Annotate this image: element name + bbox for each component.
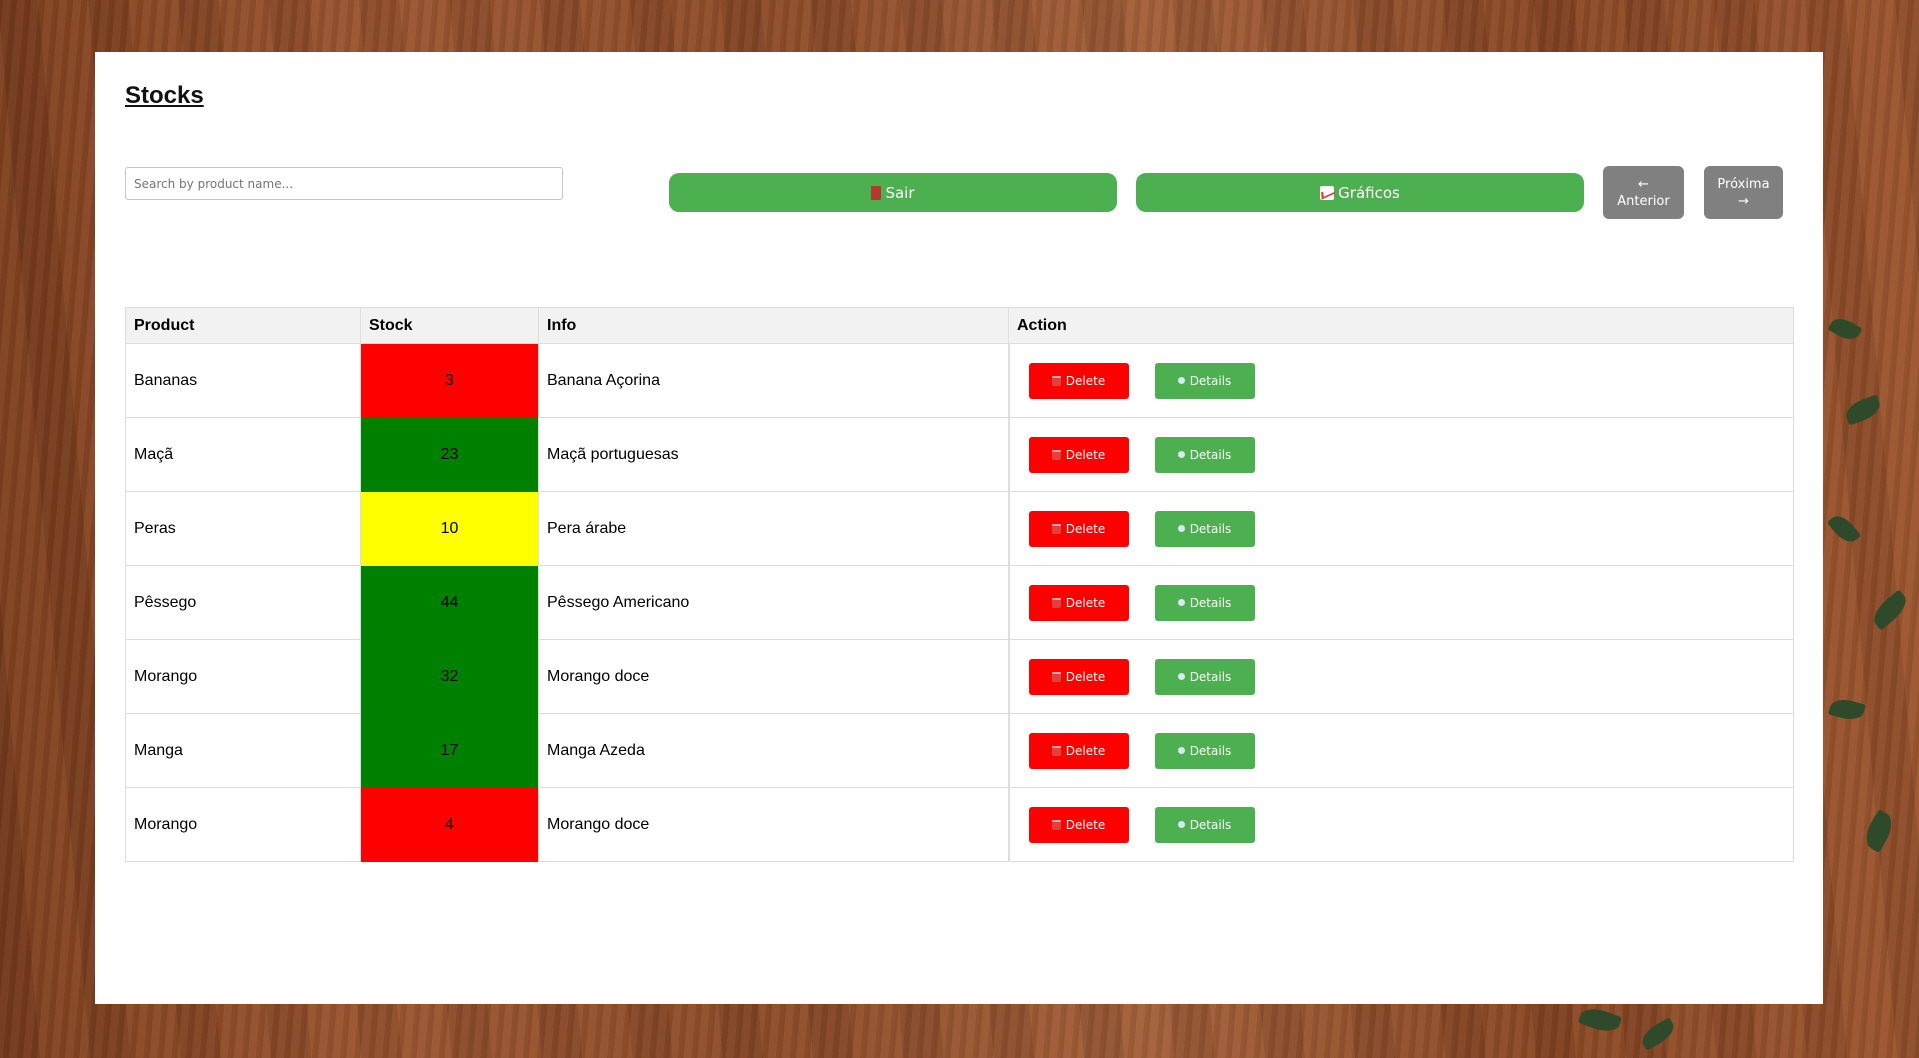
delete-button[interactable]: Delete [1028, 658, 1129, 695]
table-row: Bananas 3 Banana Açorina Delete Details [125, 343, 1794, 418]
info-cell: Manga Azeda [538, 713, 1009, 788]
delete-label: Delete [1065, 447, 1106, 462]
graficos-label: Gráficos [1338, 183, 1400, 202]
details-button[interactable]: Details [1154, 806, 1255, 843]
details-button[interactable]: Details [1154, 362, 1255, 399]
action-cell: Delete Details [1007, 343, 1794, 418]
anterior-label: Anterior [1617, 193, 1670, 209]
product-cell: Peras [125, 491, 361, 566]
delete-button[interactable]: Delete [1028, 806, 1129, 843]
header-action: Action [1008, 307, 1794, 344]
details-label: Details [1189, 669, 1232, 684]
stock-cell: 10 [360, 491, 539, 566]
trash-icon [1051, 597, 1061, 608]
delete-label: Delete [1065, 669, 1106, 684]
table-header-row: Product Stock Info Action [125, 307, 1794, 344]
stock-cell: 44 [360, 565, 539, 640]
door-icon [871, 185, 882, 200]
table-row: Morango 4 Morango doce Delete Details [125, 787, 1794, 862]
trash-icon [1051, 745, 1061, 756]
arrow-right-icon: → [1738, 193, 1749, 209]
lightbulb-icon [1177, 673, 1185, 680]
product-cell: Morango [125, 787, 361, 862]
details-button[interactable]: Details [1154, 510, 1255, 547]
lightbulb-icon [1177, 451, 1185, 458]
details-label: Details [1189, 447, 1232, 462]
product-cell: Morango [125, 639, 361, 714]
details-button[interactable]: Details [1154, 584, 1255, 621]
delete-label: Delete [1065, 817, 1106, 832]
details-label: Details [1189, 817, 1232, 832]
lightbulb-icon [1177, 377, 1185, 384]
delete-button[interactable]: Delete [1028, 510, 1129, 547]
stock-cell: 3 [360, 343, 539, 418]
header-product: Product [125, 307, 361, 344]
delete-button[interactable]: Delete [1028, 362, 1129, 399]
table-body: Bananas 3 Banana Açorina Delete Details Maçã 2… [125, 343, 1794, 862]
action-cell: Delete Details [1007, 417, 1794, 492]
details-label: Details [1189, 521, 1232, 536]
info-cell: Pêssego Americano [538, 565, 1009, 640]
delete-button[interactable]: Delete [1028, 584, 1129, 621]
details-label: Details [1189, 373, 1232, 388]
trash-icon [1051, 449, 1061, 460]
stock-cell: 17 [360, 713, 539, 788]
arrow-left-icon: ← [1638, 176, 1649, 192]
table-row: Manga 17 Manga Azeda Delete Details [125, 713, 1794, 788]
action-cell: Delete Details [1007, 787, 1794, 862]
action-cell: Delete Details [1007, 639, 1794, 714]
lightbulb-icon [1177, 599, 1185, 606]
product-cell: Pêssego [125, 565, 361, 640]
details-button[interactable]: Details [1154, 658, 1255, 695]
table-row: Pêssego 44 Pêssego Americano Delete Details [125, 565, 1794, 640]
lightbulb-icon [1177, 525, 1185, 532]
delete-label: Delete [1065, 373, 1106, 388]
delete-label: Delete [1065, 743, 1106, 758]
details-label: Details [1189, 743, 1232, 758]
proxima-button[interactable]: Próxima → [1704, 166, 1783, 219]
sair-button[interactable]: Sair [669, 173, 1117, 212]
details-label: Details [1189, 595, 1232, 610]
delete-label: Delete [1065, 595, 1106, 610]
lightbulb-icon [1177, 747, 1185, 754]
anterior-button[interactable]: ← Anterior [1603, 166, 1684, 219]
delete-label: Delete [1065, 521, 1106, 536]
lightbulb-icon [1177, 821, 1185, 828]
trash-icon [1051, 523, 1061, 534]
table-row: Morango 32 Morango doce Delete Details [125, 639, 1794, 714]
stocks-card: Stocks Sair Gráficos ← Anterior Próxima … [95, 52, 1823, 1004]
table-row: Maçã 23 Maçã portuguesas Delete Details [125, 417, 1794, 492]
info-cell: Pera árabe [538, 491, 1009, 566]
info-cell: Maçã portuguesas [538, 417, 1009, 492]
header-info: Info [538, 307, 1009, 344]
table-row: Peras 10 Pera árabe Delete Details [125, 491, 1794, 566]
product-cell: Bananas [125, 343, 361, 418]
product-cell: Manga [125, 713, 361, 788]
details-button[interactable]: Details [1154, 436, 1255, 473]
sair-label: Sair [885, 183, 915, 202]
action-cell: Delete Details [1007, 565, 1794, 640]
stock-cell: 32 [360, 639, 539, 714]
delete-button[interactable]: Delete [1028, 436, 1129, 473]
stock-cell: 4 [360, 787, 539, 862]
info-cell: Banana Açorina [538, 343, 1009, 418]
delete-button[interactable]: Delete [1028, 732, 1129, 769]
action-cell: Delete Details [1007, 491, 1794, 566]
chart-increasing-icon [1320, 185, 1335, 200]
search-input[interactable] [125, 167, 563, 200]
product-cell: Maçã [125, 417, 361, 492]
graficos-button[interactable]: Gráficos [1136, 173, 1584, 212]
info-cell: Morango doce [538, 639, 1009, 714]
stock-cell: 23 [360, 417, 539, 492]
action-cell: Delete Details [1007, 713, 1794, 788]
trash-icon [1051, 819, 1061, 830]
page-title: Stocks [125, 82, 204, 109]
details-button[interactable]: Details [1154, 732, 1255, 769]
info-cell: Morango doce [538, 787, 1009, 862]
trash-icon [1051, 671, 1061, 682]
proxima-label: Próxima [1717, 176, 1770, 192]
header-stock: Stock [360, 307, 539, 344]
stocks-table: Product Stock Info Action Bananas 3 Banana… [125, 307, 1794, 862]
trash-icon [1051, 375, 1061, 386]
